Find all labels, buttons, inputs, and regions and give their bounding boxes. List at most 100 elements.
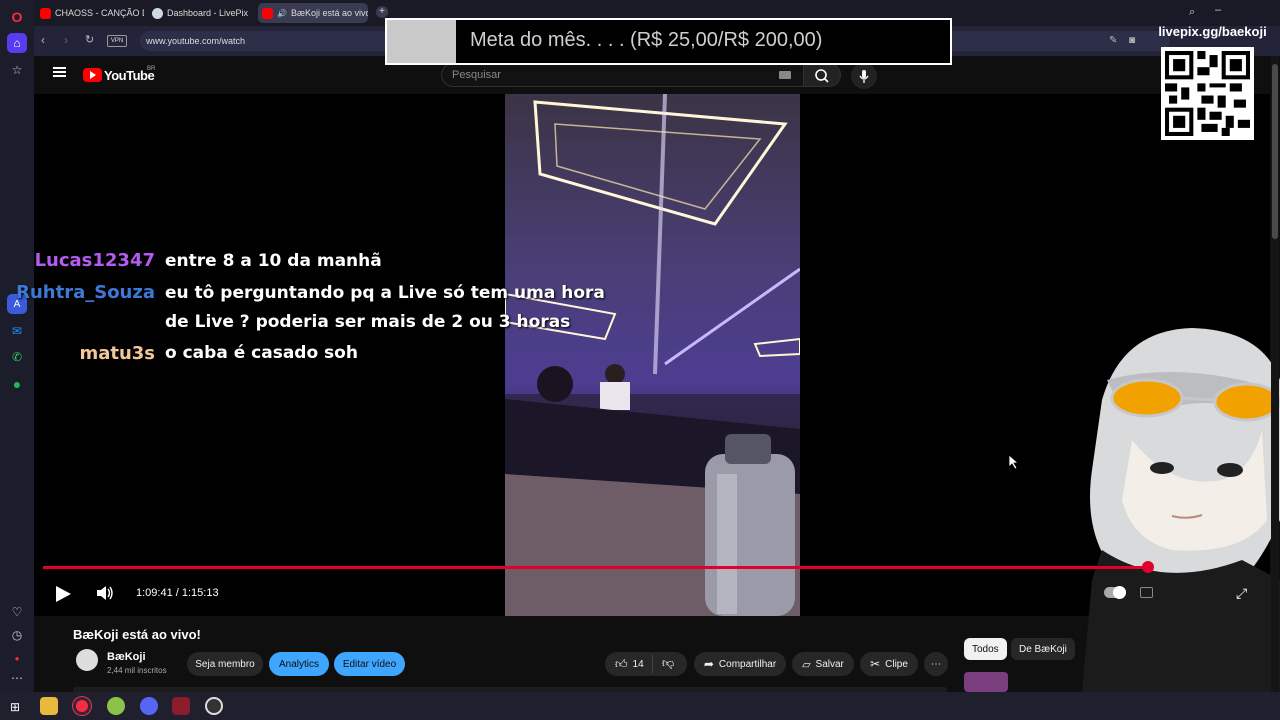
volume-icon: [97, 586, 113, 600]
channel-name[interactable]: BæKoji: [107, 651, 146, 663]
home-icon[interactable]: ⌂: [7, 33, 27, 53]
chat-message: eu tô perguntando pq a Live só tem uma h…: [165, 283, 605, 303]
tab-livepix[interactable]: Dashboard - LivePix: [148, 3, 256, 23]
play-icon: [56, 586, 71, 602]
url-text[interactable]: www.youtube.com/watch: [146, 36, 245, 46]
file-explorer-icon[interactable]: [40, 697, 58, 715]
opera-logo-icon[interactable]: O: [7, 7, 27, 27]
livepix-icon: [152, 7, 163, 19]
bookmark-icon[interactable]: ☆: [7, 60, 27, 80]
search-icon: [815, 69, 829, 83]
chat-message: entre 8 a 10 da manhã: [165, 251, 382, 271]
thumbs-down-icon[interactable]: 👎︎: [662, 656, 674, 671]
chat-message: de Live ? poderia ser mais de 2 ou 3 hor…: [165, 312, 571, 332]
progress-scrubber[interactable]: [1142, 561, 1154, 573]
menu-icon[interactable]: [53, 67, 66, 69]
new-tab-icon[interactable]: +: [376, 6, 388, 18]
mouse-cursor-icon: [1009, 455, 1019, 469]
speaker-icon: 🔊: [277, 8, 287, 18]
vpn-badge[interactable]: VPN: [107, 35, 127, 47]
livepix-url: livepix.gg/baekoji: [1158, 24, 1267, 39]
region-label: BR: [147, 66, 156, 72]
obs-icon[interactable]: [205, 697, 223, 715]
analytics-button[interactable]: Analytics: [269, 652, 329, 676]
game-taskbar-icon[interactable]: [172, 697, 190, 715]
vtuber-avatar: [1062, 320, 1280, 692]
play-button[interactable]: [54, 585, 72, 608]
subscriber-count: 2,44 mil inscritos: [107, 666, 167, 675]
qr-code: [1161, 47, 1254, 140]
keyboard-icon[interactable]: [779, 71, 791, 79]
time-display: 1:09:41 / 1:15:13: [136, 587, 219, 599]
more-icon[interactable]: ⋯: [7, 668, 27, 688]
voice-search-button[interactable]: [851, 63, 877, 89]
like-button[interactable]: 👍︎ 14: [605, 652, 687, 676]
tab-live[interactable]: 🔊 BæKoji está ao vivo!: [258, 3, 368, 23]
share-label: Compartilhar: [718, 658, 777, 670]
edit-video-button[interactable]: Editar vídeo: [334, 652, 405, 676]
chat-username: matu3s: [79, 343, 155, 364]
history-icon[interactable]: ◷: [7, 625, 27, 645]
filter-chip-channel[interactable]: De BæKoji: [1011, 638, 1075, 660]
share-icon: ➦: [703, 657, 714, 671]
tab-label: BæKoji está ao vivo!: [290, 8, 368, 18]
like-count: 14: [632, 658, 644, 670]
thumbs-up-icon: 👍︎: [615, 656, 628, 671]
qr-code-icon: [1165, 51, 1250, 136]
save-button[interactable]: ▱ Salvar: [792, 652, 854, 676]
messenger-icon[interactable]: ✉: [7, 321, 27, 341]
like-divider: [652, 655, 653, 673]
video-scene: [505, 94, 800, 616]
forward-icon[interactable]: ›: [64, 33, 68, 47]
search-tabs-icon[interactable]: ⌕: [1189, 6, 1195, 19]
reload-icon[interactable]: ↻: [85, 33, 94, 46]
search-input[interactable]: Pesquisar: [441, 63, 804, 87]
tab-label: Dashboard - LivePix: [167, 8, 249, 18]
taskbar: [0, 692, 1280, 720]
youtube-icon: [40, 7, 51, 19]
goal-progress-fill: [387, 20, 456, 63]
filter-chip-all[interactable]: Todos: [964, 638, 1007, 660]
progress-bar[interactable]: [43, 566, 1153, 569]
minimize-icon[interactable]: –: [1215, 4, 1221, 16]
join-button[interactable]: Seja membro: [187, 652, 263, 676]
tab-label: CHAOSS - CANÇÃO DA P: [55, 8, 144, 18]
chat-message: o caba é casado soh: [165, 343, 358, 363]
camera-icon[interactable]: ◙: [1129, 35, 1135, 46]
goal-text: Meta do mês. . . . (R$ 25,00/R$ 200,00): [470, 29, 823, 51]
tab-chaoss[interactable]: CHAOSS - CANÇÃO DA P: [36, 3, 144, 23]
chat-username: Lucas12347: [34, 250, 155, 271]
microphone-icon: [859, 70, 869, 83]
volume-button[interactable]: [96, 585, 114, 606]
save-label: Salvar: [815, 658, 844, 670]
app-taskbar-icon[interactable]: [107, 697, 125, 715]
autoplay-toggle[interactable]: [1104, 586, 1126, 599]
share-button[interactable]: ➦ Compartilhar: [694, 652, 786, 676]
clip-button[interactable]: ✂ Clipe: [860, 652, 918, 676]
spotify-icon[interactable]: ●: [7, 374, 27, 394]
discord-icon[interactable]: [140, 697, 158, 715]
chat-username: Ruhtra_Souza: [16, 282, 155, 303]
youtube-icon: [262, 7, 273, 19]
subtitles-icon[interactable]: [1140, 587, 1153, 598]
back-icon[interactable]: ‹: [41, 33, 45, 47]
youtube-logo-icon[interactable]: [83, 68, 102, 82]
windows-start-icon[interactable]: ⊞: [10, 700, 20, 714]
edit-page-icon[interactable]: ✎: [1109, 35, 1117, 46]
more-actions-button[interactable]: ⋯: [924, 652, 948, 676]
vtuber-image: [1082, 328, 1280, 692]
recommended-thumbnail[interactable]: [964, 672, 1008, 692]
opera-taskbar-icon[interactable]: [73, 697, 91, 715]
more-icon: ⋯: [931, 658, 941, 670]
scissors-icon: ✂: [870, 657, 881, 671]
search-button[interactable]: [803, 63, 841, 87]
clip-label: Clipe: [885, 658, 908, 670]
channel-avatar[interactable]: [76, 649, 98, 671]
extension-icon[interactable]: ●: [7, 648, 27, 668]
scrollbar[interactable]: [1271, 56, 1279, 692]
fullscreen-icon[interactable]: ⤢: [1236, 585, 1247, 602]
video-title: BæKoji está ao vivo!: [73, 627, 201, 642]
heart-icon[interactable]: ♡: [7, 602, 27, 622]
video-frame[interactable]: [505, 94, 800, 616]
save-icon: ▱: [802, 658, 811, 671]
